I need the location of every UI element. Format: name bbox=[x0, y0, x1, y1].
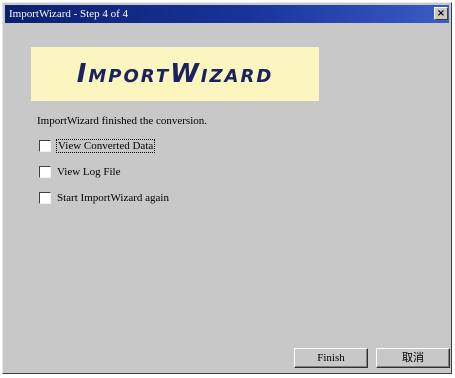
option-view-log-file[interactable]: View Log File bbox=[39, 166, 121, 178]
close-button[interactable]: × bbox=[434, 7, 448, 20]
banner-logo-text: ImportWizard bbox=[76, 59, 274, 89]
status-message: ImportWizard finished the conversion. bbox=[37, 115, 208, 127]
import-wizard-dialog: ImportWizard - Step 4 of 4 × ImportWizar… bbox=[2, 2, 452, 374]
start-again-label: Start ImportWizard again bbox=[57, 192, 169, 204]
window-title: ImportWizard - Step 4 of 4 bbox=[9, 8, 128, 20]
option-start-again[interactable]: Start ImportWizard again bbox=[39, 192, 169, 204]
view-log-file-checkbox[interactable] bbox=[39, 166, 51, 178]
wizard-banner: ImportWizard bbox=[31, 47, 319, 101]
start-again-checkbox[interactable] bbox=[39, 192, 51, 204]
close-icon: × bbox=[436, 8, 446, 19]
cancel-button[interactable]: 取消 bbox=[376, 348, 450, 368]
view-log-file-label: View Log File bbox=[57, 166, 121, 178]
finish-button[interactable]: Finish bbox=[294, 348, 368, 368]
view-converted-data-checkbox[interactable] bbox=[39, 140, 51, 152]
title-bar: ImportWizard - Step 4 of 4 × bbox=[5, 5, 449, 23]
view-converted-data-label: View Converted Data bbox=[55, 139, 156, 153]
option-view-converted-data[interactable]: View Converted Data bbox=[39, 139, 156, 153]
